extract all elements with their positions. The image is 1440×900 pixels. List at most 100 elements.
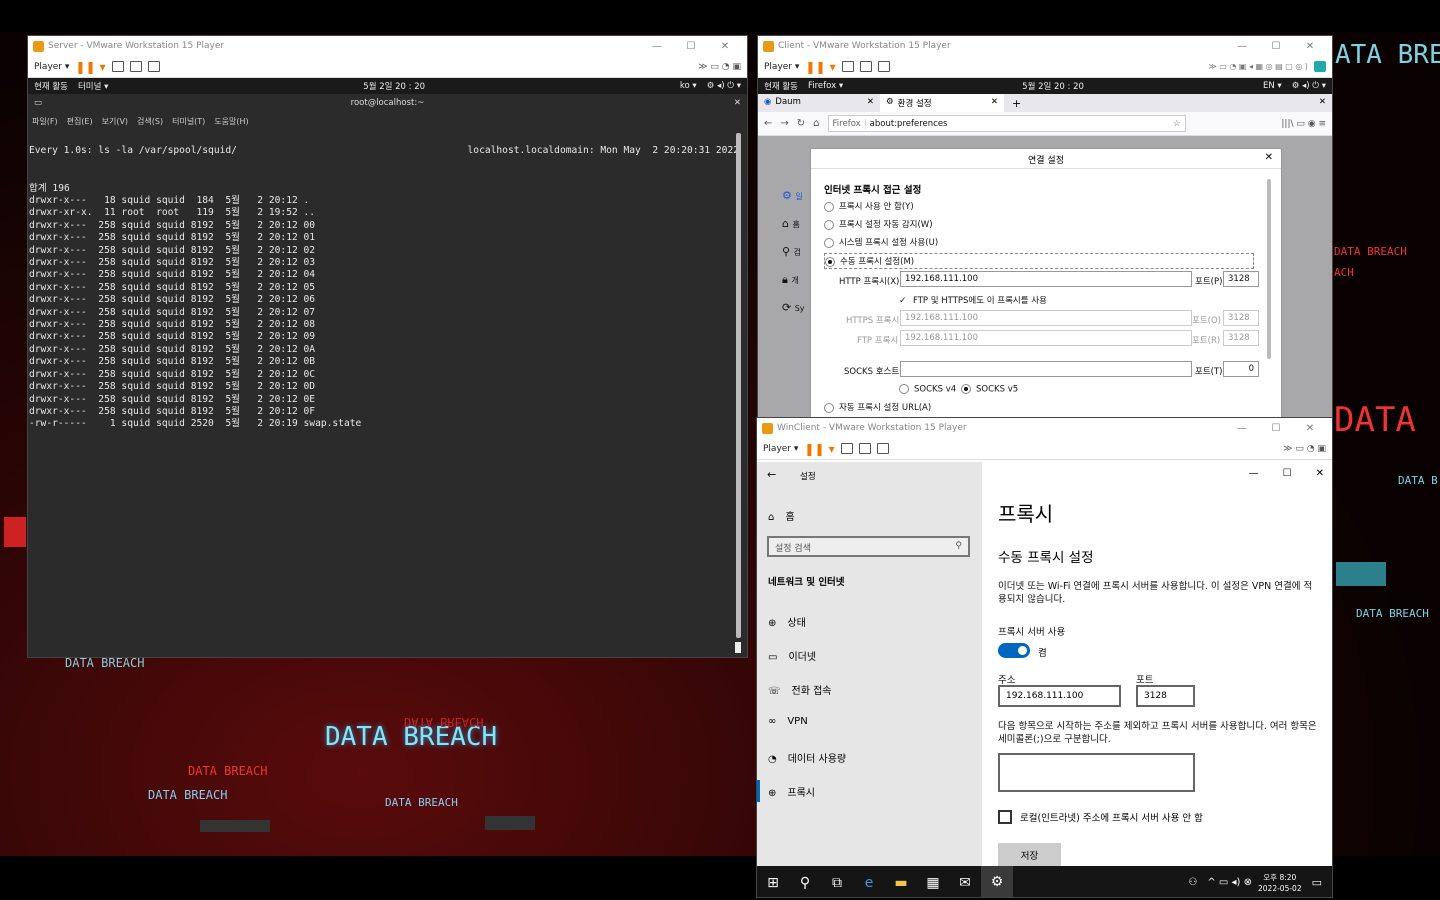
back-icon[interactable]: ← [764,118,772,129]
player-menu[interactable]: Player ▾ [34,62,69,72]
exceptions-textarea[interactable] [998,753,1195,792]
close-icon[interactable]: ✕ [1265,152,1273,163]
title-bar[interactable]: Server - VMware Workstation 15 Player — … [28,36,747,56]
server-vm-window[interactable]: Server - VMware Workstation 15 Player — … [27,35,748,658]
title-bar[interactable]: Client - VMware Workstation 15 Player — … [758,36,1332,56]
activities-button[interactable]: 현재 활동 [34,80,68,92]
nav-dialup[interactable]: ☏ 전화 접속 [768,682,832,697]
tab-preferences[interactable]: ⚙ 환경 설정 ✕ [880,94,1004,112]
menu-search[interactable]: 검색(S) [137,116,163,127]
nav-ethernet[interactable]: ▭ 이더넷 [768,648,816,663]
radio-system-proxy[interactable]: 시스템 프록시 설정 사용(U) [824,236,938,248]
home-icon[interactable]: ⌂ [813,118,819,129]
pause-icon[interactable]: ❚❚ ▾ [804,442,834,456]
minimize-button[interactable]: — [640,41,674,52]
radio-auto-url[interactable]: 자동 프록시 설정 URL(A) [824,401,931,413]
winclient-vm-window[interactable]: WinClient - VMware Workstation 15 Player… [756,417,1333,898]
menu-help[interactable]: 도움말(H) [214,116,248,127]
save-button[interactable]: 저장 [998,843,1061,866]
sidebar-item-home[interactable]: ⌂ 홈 [782,210,805,238]
pause-icon[interactable]: ❚❚ ▾ [75,60,105,74]
fullscreen-icon[interactable] [859,61,872,72]
address-input[interactable]: 192.168.111.100 [998,685,1121,707]
unity-icon[interactable] [876,443,889,454]
sidebar-item-privacy[interactable]: 🔒︎ 개 [782,266,805,294]
close-button[interactable]: ✕ [1316,468,1324,479]
devices-icon[interactable]: ≫ ▭ ◔ ▣ [1283,444,1326,454]
start-icon[interactable]: ⊞ [757,875,789,891]
close-window-icon[interactable]: ✕ [1319,97,1326,107]
tray-icons[interactable]: ^ ▭ ◂) ⊗ [1207,877,1252,888]
http-proxy-input[interactable]: 192.168.111.100 [900,271,1192,287]
menu-view[interactable]: 보기(V) [102,116,128,127]
system-menu-icon[interactable]: ⚙ ◂) ⏻ ▾ [707,81,741,91]
fullscreen-icon[interactable] [129,61,142,72]
local-bypass-checkbox[interactable]: 로컬(인트라넷) 주소에 프록시 서버 사용 안 함 [998,810,1203,824]
back-icon[interactable]: ← [767,468,776,481]
terminal-output[interactable]: Every 1.0s: ls -la /var/spool/squid/loca… [28,131,747,657]
nav-proxy[interactable]: ⊕ 프록시 [768,784,815,799]
socks-port-input[interactable]: 0 [1223,361,1259,377]
share-proxy-checkbox[interactable]: ✓ FTP 및 HTTPS에도 이 프록시를 사용 [899,294,1047,306]
close-tab-icon[interactable]: ✕ [867,97,874,109]
radio-manual-proxy[interactable]: 수동 프록시 설정(M) [824,253,1254,269]
terminal-scrollbar[interactable] [736,133,741,638]
system-menu-icon[interactable]: ⚙ ◂) ⏻ ▾ [1292,81,1326,91]
use-proxy-toggle[interactable] [998,643,1030,658]
mail-icon[interactable]: ✉ [949,875,981,891]
forward-icon[interactable]: → [780,118,788,129]
maximize-button[interactable]: ☐ [1283,468,1292,479]
nav-vpn[interactable]: ∞ VPN [768,716,808,727]
port-input[interactable]: 3128 [1136,685,1195,707]
client-vm-window[interactable]: Client - VMware Workstation 15 Player — … [757,35,1333,420]
task-view-icon[interactable]: ⧉ [821,875,853,891]
devices-active-icon[interactable] [1314,61,1326,72]
send-keys-icon[interactable] [840,443,853,454]
search-icon[interactable]: ⚲ [789,875,821,891]
url-bar[interactable]: Firefox about:preferences ☆ [827,115,1186,132]
title-bar[interactable]: WinClient - VMware Workstation 15 Player… [757,418,1332,438]
player-menu[interactable]: Player ▾ [764,62,799,72]
edge-icon[interactable]: e [853,875,885,891]
player-menu[interactable]: Player ▾ [763,444,798,454]
menu-file[interactable]: 파일(F) [32,116,58,127]
minimize-button[interactable]: — [1225,41,1259,52]
unity-icon[interactable] [877,61,890,72]
bookmark-star-icon[interactable]: ☆ [1173,119,1181,129]
terminal-app-menu[interactable]: 터미널 ▾ [78,80,108,92]
notification-icon[interactable]: ▭ [1312,876,1322,889]
tray-clock[interactable]: 오후 8:20 2022-05-02 [1258,872,1302,894]
close-button[interactable]: ✕ [1293,41,1327,52]
socks-host-input[interactable] [900,361,1192,377]
radio-socks4[interactable]: SOCKS v4 [899,384,956,395]
close-button[interactable]: ✕ [708,41,742,52]
fullscreen-icon[interactable] [858,443,871,454]
maximize-button[interactable]: ☐ [1259,41,1293,52]
radio-auto-detect[interactable]: 프록시 설정 자동 감지(W) [824,218,933,230]
devices-icon[interactable]: ≫ ▭ ◔ ▣ ◂ ▦ ◎ ▤ ▢ ◎ ⟩ [1208,62,1308,71]
people-icon[interactable]: ⚇ [1188,877,1197,888]
new-tab-icon[interactable]: ▭ [34,98,42,108]
http-port-input[interactable]: 3128 [1223,271,1259,287]
menu-terminal[interactable]: 터미널(T) [172,116,205,127]
settings-search-input[interactable]: 설정 검색 ⚲ [767,536,970,557]
close-tab-icon[interactable]: ✕ [991,97,998,109]
send-keys-icon[interactable] [841,61,854,72]
language-indicator[interactable]: ko ▾ [680,81,697,91]
maximize-button[interactable]: ☐ [1259,423,1293,434]
new-tab-button[interactable]: + [1004,95,1029,112]
unity-icon[interactable] [147,61,160,72]
menu-edit[interactable]: 편집(E) [67,116,93,127]
nav-data-usage[interactable]: ◔ 데이터 사용량 [768,750,846,765]
store-icon[interactable]: ▦ [917,875,949,891]
tab-daum[interactable]: ◉ Daum ✕ [758,94,880,112]
devices-icon[interactable]: ≫ ▭ ◔ ▣ [698,62,741,72]
send-keys-icon[interactable] [111,61,124,72]
pause-icon[interactable]: ❚❚ ▾ [805,60,835,74]
radio-socks5[interactable]: SOCKS v5 [961,384,1018,395]
reload-icon[interactable]: ↻ [797,118,805,129]
nav-status[interactable]: ⊕ 상태 [768,614,806,629]
minimize-button[interactable]: — [1225,423,1259,434]
file-explorer-icon[interactable]: ▬ [885,875,917,891]
dialog-scrollbar[interactable] [1267,179,1271,359]
